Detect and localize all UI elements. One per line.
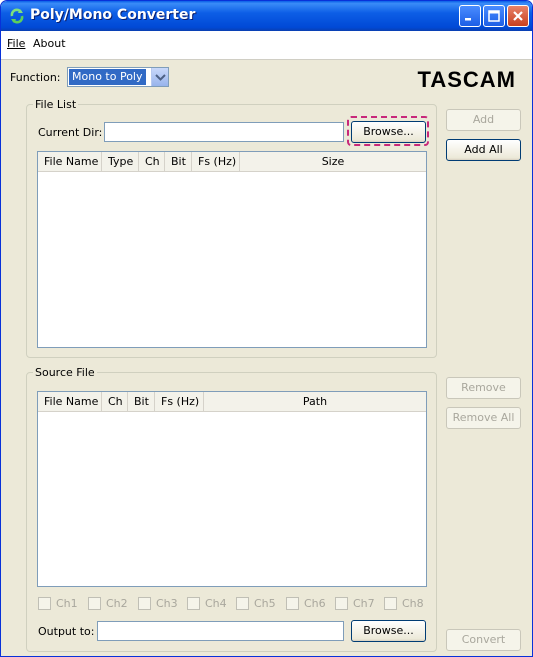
window-title: Poly/Mono Converter <box>30 7 196 23</box>
column-header[interactable]: Bit <box>165 152 192 172</box>
column-header[interactable]: Size <box>240 152 426 172</box>
column-header[interactable]: File Name <box>38 152 102 172</box>
menu-about[interactable]: About <box>33 37 66 50</box>
app-icon <box>9 8 25 24</box>
close-icon <box>513 11 523 21</box>
current-dir-label: Current Dir: <box>38 126 103 139</box>
function-select[interactable]: Mono to Poly <box>67 67 169 87</box>
add-button[interactable]: Add <box>446 109 521 131</box>
minimize-icon <box>465 18 471 21</box>
column-header[interactable]: Ch <box>139 152 165 172</box>
file-list-header: File Name Type Ch Bit Fs (Hz) Size <box>38 152 426 172</box>
column-header[interactable]: File Name <box>38 392 102 412</box>
source-file-title: Source File <box>33 366 97 379</box>
browse-dir-button[interactable]: Browse... <box>351 121 426 143</box>
maximize-button[interactable] <box>483 5 505 27</box>
output-to-label: Output to: <box>38 625 95 638</box>
source-file-header: File Name Ch Bit Fs (Hz) Path <box>38 392 426 412</box>
menu-bar: File About <box>1 31 532 60</box>
chevron-down-icon <box>155 74 166 81</box>
column-header[interactable]: Fs (Hz) <box>192 152 240 172</box>
dropdown-arrow[interactable] <box>151 68 168 86</box>
source-file-table[interactable]: File Name Ch Bit Fs (Hz) Path <box>37 391 427 587</box>
function-label: Function: <box>10 71 61 84</box>
column-header[interactable]: Path <box>204 392 426 412</box>
file-list-table[interactable]: File Name Type Ch Bit Fs (Hz) Size <box>37 151 427 348</box>
function-selected-value: Mono to Poly <box>69 69 146 85</box>
remove-all-button[interactable]: Remove All <box>446 407 521 429</box>
column-header[interactable]: Type <box>102 152 139 172</box>
remove-button[interactable]: Remove <box>446 377 521 399</box>
file-list-title: File List <box>33 98 79 111</box>
title-bar[interactable]: Poly/Mono Converter <box>1 1 532 31</box>
convert-button[interactable]: Convert <box>446 629 521 651</box>
menu-file[interactable]: File <box>7 37 25 50</box>
current-dir-input[interactable] <box>104 122 344 142</box>
maximize-icon <box>488 10 500 22</box>
close-button[interactable] <box>507 5 529 27</box>
column-header[interactable]: Ch <box>102 392 128 412</box>
browse-output-button[interactable]: Browse... <box>351 620 426 642</box>
minimize-button[interactable] <box>459 5 481 27</box>
output-path-input[interactable] <box>97 621 344 641</box>
column-header[interactable]: Bit <box>128 392 155 412</box>
brand-logo: TASCAM <box>417 67 516 92</box>
app-window: Poly/Mono Converter File About Function:… <box>0 0 533 657</box>
add-all-button[interactable]: Add All <box>446 139 521 161</box>
column-header[interactable]: Fs (Hz) <box>155 392 204 412</box>
